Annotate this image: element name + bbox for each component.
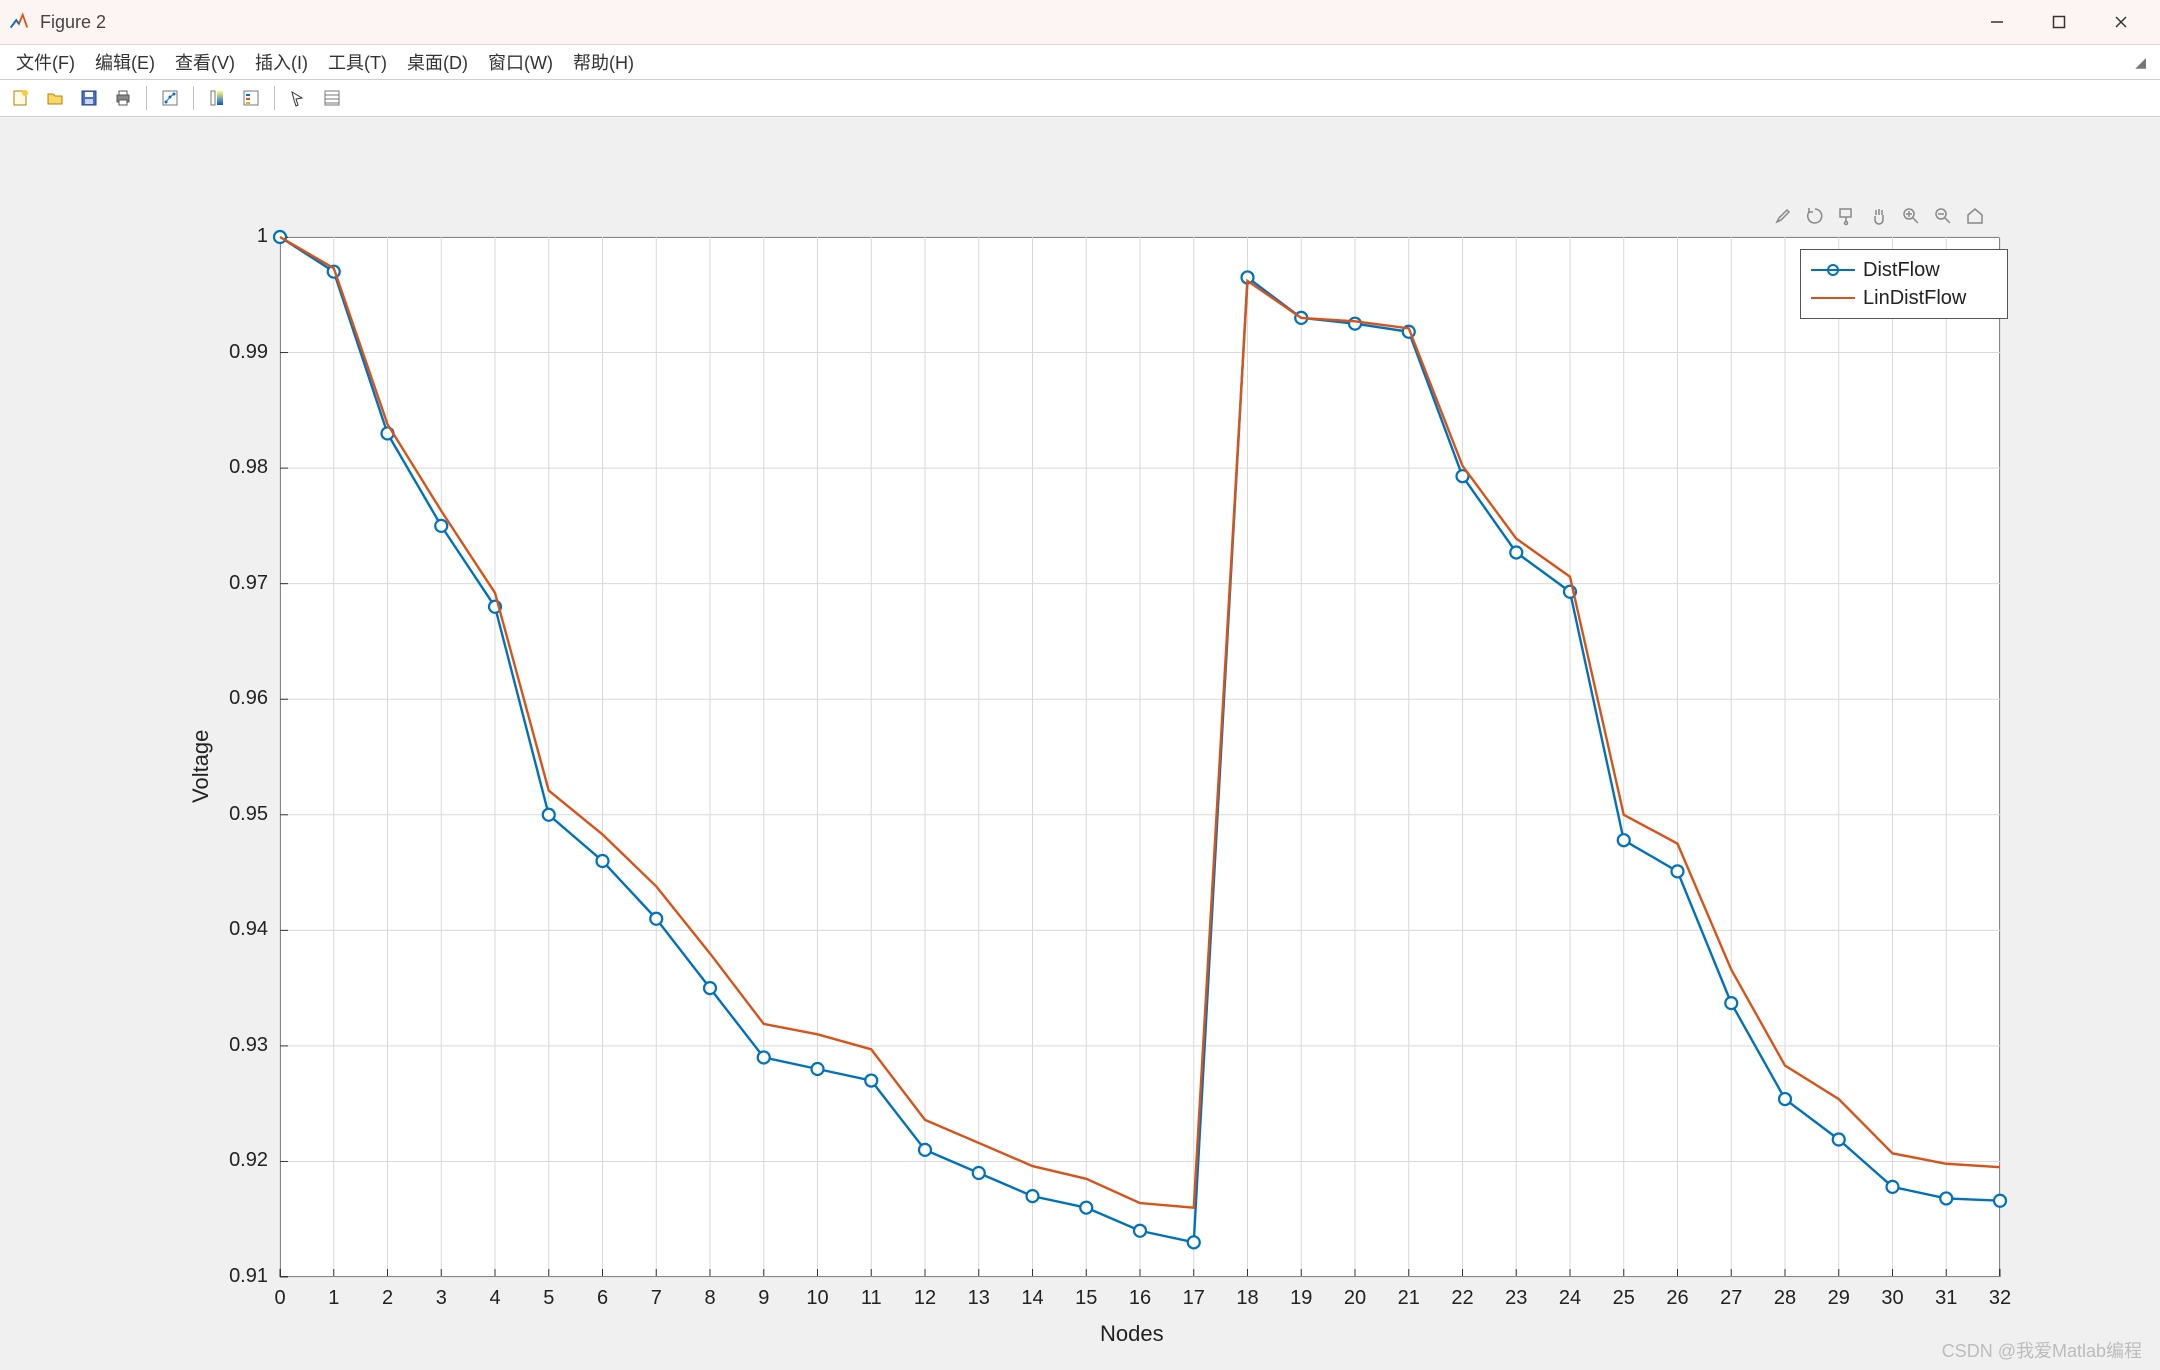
legend-entry-distflow: DistFlow [1811, 256, 1997, 284]
xtick-label: 27 [1717, 1287, 1745, 1310]
link-plot-button[interactable] [155, 83, 185, 113]
xtick-label: 21 [1395, 1287, 1423, 1310]
toolbar-sep [193, 86, 194, 110]
ytick-label: 0.99 [229, 341, 268, 364]
insert-legend-button[interactable] [236, 83, 266, 113]
xtick-label: 15 [1072, 1287, 1100, 1310]
open-button[interactable] [40, 83, 70, 113]
xtick-label: 4 [481, 1287, 509, 1310]
data-cursor-icon[interactable] [1834, 203, 1860, 229]
xtick-label: 32 [1986, 1287, 2014, 1310]
xtick-label: 8 [696, 1287, 724, 1310]
menubar-overflow-icon[interactable]: ◢ [2135, 54, 2146, 71]
maximize-button[interactable] [2028, 2, 2090, 42]
legend-swatch-distflow [1811, 260, 1855, 280]
xlabel: Nodes [1100, 1321, 1164, 1347]
close-button[interactable] [2090, 2, 2152, 42]
xtick-label: 9 [750, 1287, 778, 1310]
xtick-label: 18 [1234, 1287, 1262, 1310]
toolbar-sep [274, 86, 275, 110]
save-button[interactable] [74, 83, 104, 113]
ytick-label: 0.94 [229, 918, 268, 941]
menu-insert[interactable]: 插入(I) [245, 45, 318, 79]
edit-plot-button[interactable] [283, 83, 313, 113]
xtick-label: 28 [1771, 1287, 1799, 1310]
menu-help[interactable]: 帮助(H) [563, 45, 644, 79]
xtick-label: 30 [1879, 1287, 1907, 1310]
xtick-label: 7 [642, 1287, 670, 1310]
ylabel: Voltage [188, 730, 214, 803]
menu-window[interactable]: 窗口(W) [478, 45, 563, 79]
rotate-icon[interactable] [1802, 203, 1828, 229]
menu-view[interactable]: 查看(V) [165, 45, 245, 79]
zoom-out-icon[interactable] [1930, 203, 1956, 229]
menu-edit[interactable]: 编辑(E) [85, 45, 165, 79]
legend-label-distflow: DistFlow [1863, 259, 1940, 282]
toolbar-sep [146, 86, 147, 110]
xtick-label: 16 [1126, 1287, 1154, 1310]
xtick-label: 10 [804, 1287, 832, 1310]
xtick-label: 5 [535, 1287, 563, 1310]
ytick-label: 1 [257, 225, 268, 248]
menu-file[interactable]: 文件(F) [6, 45, 85, 79]
xtick-label: 11 [857, 1287, 885, 1310]
minimize-button[interactable] [1966, 2, 2028, 42]
legend-swatch-lindistflow [1811, 288, 1855, 308]
ytick-label: 0.92 [229, 1149, 268, 1172]
xtick-label: 2 [374, 1287, 402, 1310]
xtick-label: 31 [1932, 1287, 1960, 1310]
xtick-label: 26 [1664, 1287, 1692, 1310]
titlebar: Figure 2 [0, 0, 2160, 45]
xtick-label: 13 [965, 1287, 993, 1310]
xtick-label: 24 [1556, 1287, 1584, 1310]
xtick-label: 12 [911, 1287, 939, 1310]
window-title: Figure 2 [40, 12, 106, 33]
legend-entry-lindistflow: LinDistFlow [1811, 284, 1997, 312]
figure-canvas: DistFlow LinDistFlow CSDN @我爱Matlab编程 01… [0, 117, 2160, 1370]
figure-toolbar [0, 80, 2160, 117]
xtick-label: 14 [1019, 1287, 1047, 1310]
menu-tools[interactable]: 工具(T) [318, 45, 397, 79]
xtick-label: 0 [266, 1287, 294, 1310]
menu-desktop[interactable]: 桌面(D) [397, 45, 478, 79]
menubar: 文件(F) 编辑(E) 查看(V) 插入(I) 工具(T) 桌面(D) 窗口(W… [0, 45, 2160, 80]
xtick-label: 6 [589, 1287, 617, 1310]
xtick-label: 29 [1825, 1287, 1853, 1310]
xtick-label: 25 [1610, 1287, 1638, 1310]
xtick-label: 23 [1502, 1287, 1530, 1310]
xtick-label: 19 [1287, 1287, 1315, 1310]
xtick-label: 3 [427, 1287, 455, 1310]
axes-toolbar [1770, 203, 1988, 229]
ytick-label: 0.91 [229, 1265, 268, 1288]
print-button[interactable] [108, 83, 138, 113]
ytick-label: 0.95 [229, 803, 268, 826]
open-property-inspector-button[interactable] [317, 83, 347, 113]
xtick-label: 20 [1341, 1287, 1369, 1310]
brush-icon[interactable] [1770, 203, 1796, 229]
ytick-label: 0.97 [229, 572, 268, 595]
pan-icon[interactable] [1866, 203, 1892, 229]
zoom-in-icon[interactable] [1898, 203, 1924, 229]
matlab-logo-icon [8, 11, 30, 33]
ytick-label: 0.96 [229, 687, 268, 710]
new-figure-button[interactable] [6, 83, 36, 113]
xtick-label: 22 [1449, 1287, 1477, 1310]
ytick-label: 0.98 [229, 456, 268, 479]
restore-view-icon[interactable] [1962, 203, 1988, 229]
xtick-label: 1 [320, 1287, 348, 1310]
legend-label-lindistflow: LinDistFlow [1863, 287, 1966, 310]
insert-colorbar-button[interactable] [202, 83, 232, 113]
ytick-label: 0.93 [229, 1034, 268, 1057]
legend[interactable]: DistFlow LinDistFlow [1800, 249, 2008, 319]
xtick-label: 17 [1180, 1287, 1208, 1310]
